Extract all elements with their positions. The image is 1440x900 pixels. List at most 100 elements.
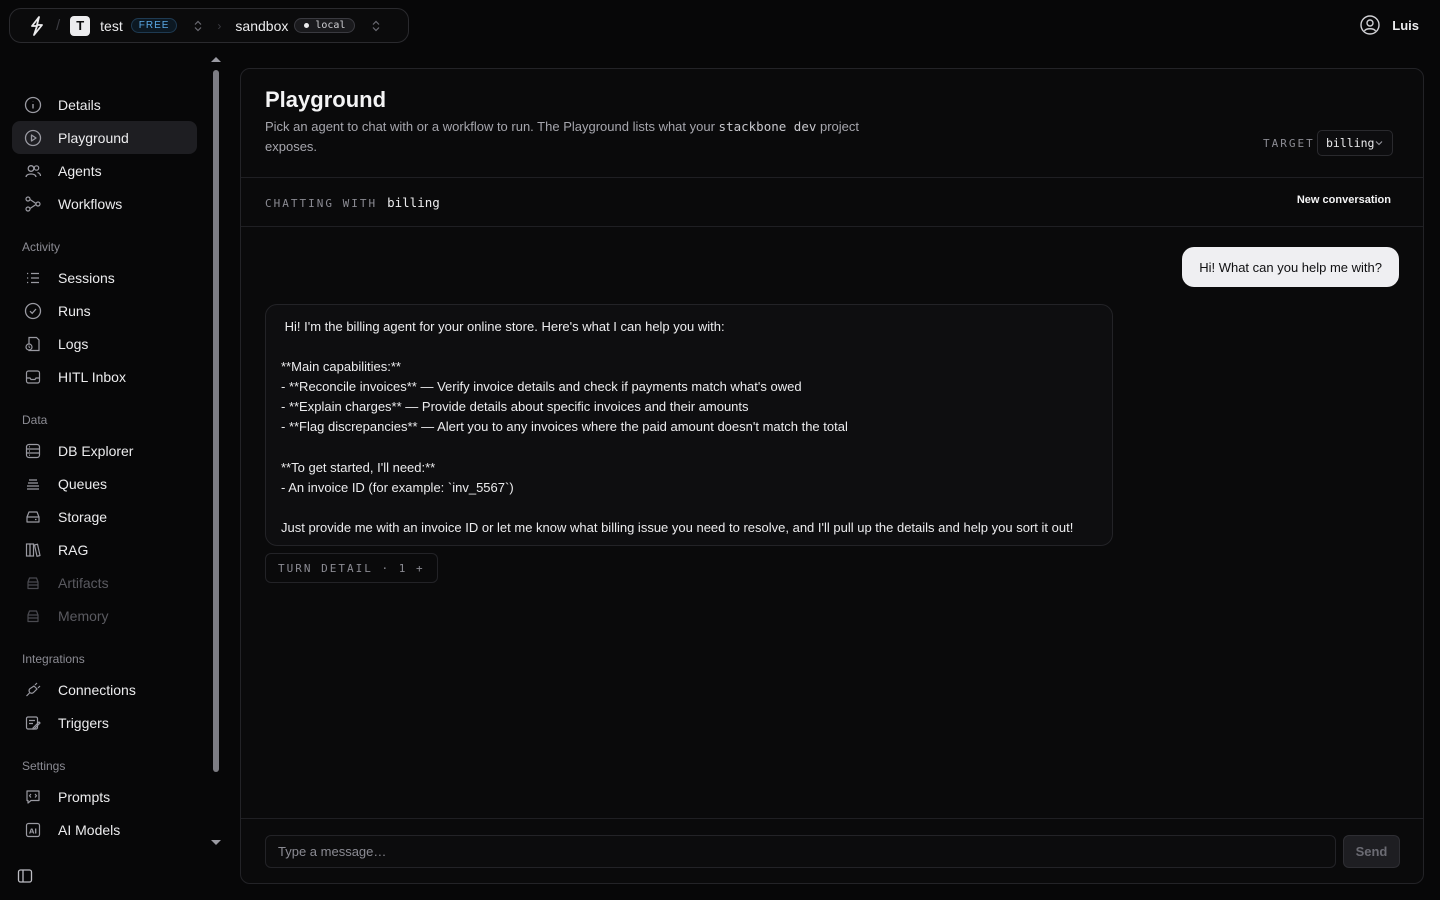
sidebar-item-label: Storage <box>58 508 108 525</box>
sidebar-item-runs[interactable]: Runs <box>12 294 197 327</box>
user-name: Luis <box>1392 17 1419 33</box>
divider <box>241 177 1423 178</box>
sidebar-item-label: DB Explorer <box>58 442 134 459</box>
list-icon <box>24 269 42 287</box>
queue-icon <box>24 475 42 493</box>
sidebar-item-label: AI Models <box>58 821 121 838</box>
database-icon <box>24 442 42 460</box>
agent-message-line: - **Reconcile invoices** — Verify invoic… <box>281 379 802 395</box>
sidebar-item-label: Playground <box>58 129 129 146</box>
sidebar-item-db-explorer[interactable]: DB Explorer <box>12 434 197 467</box>
sidebar-item-playground[interactable]: Playground <box>12 121 197 154</box>
memory-icon <box>24 607 42 625</box>
section-activity: Activity <box>22 240 61 254</box>
agent-message-line: Just provide me with an invoice ID or le… <box>281 519 1074 535</box>
users-icon <box>24 162 42 180</box>
sidebar-toggle-icon[interactable] <box>17 868 33 884</box>
sidebar-item-label: RAG <box>58 541 89 558</box>
new-conversation-button[interactable]: New conversation <box>1297 194 1391 206</box>
inbox-icon <box>24 368 42 386</box>
sidebar-item-queues[interactable]: Queues <box>12 467 197 500</box>
env-name[interactable]: sandbox <box>235 18 288 34</box>
agent-message-line: - An invoice ID (for example: `inv_5567`… <box>281 479 514 495</box>
sidebar-item-ai-models[interactable]: AI AI Models <box>12 813 197 846</box>
agent-message-line: **Main capabilities:** <box>281 359 401 375</box>
sidebar-item-label: Prompts <box>58 788 111 805</box>
sidebar-item-label: Sessions <box>58 269 115 286</box>
agent-message-line: - **Flag discrepancies** — Alert you to … <box>281 419 848 435</box>
page-subtitle: Pick an agent to chat with or a workflow… <box>265 119 860 154</box>
message-input[interactable] <box>265 835 1336 868</box>
books-icon <box>24 541 42 559</box>
sidebar-item-details[interactable]: Details <box>12 88 197 121</box>
sidebar-item-workflows[interactable]: Workflows <box>12 187 197 220</box>
agent-message: Hi! I'm the billing agent for your onlin… <box>265 304 1113 546</box>
sidebar-item-memory: Memory <box>12 599 197 632</box>
separator-chevron-icon: › <box>217 18 222 33</box>
ai-models-icon: AI <box>24 821 42 839</box>
send-button[interactable]: Send <box>1343 835 1400 868</box>
logs-icon <box>24 335 42 353</box>
separator: / <box>56 17 61 34</box>
sidebar-item-rag[interactable]: RAG <box>12 533 197 566</box>
triggers-icon <box>24 714 42 732</box>
svg-text:AI: AI <box>29 827 37 835</box>
scroll-up-arrow-icon[interactable] <box>211 57 221 62</box>
org-selector-chevron-icon[interactable] <box>193 20 203 32</box>
scroll-down-arrow-icon[interactable] <box>211 840 221 845</box>
agent-message-line <box>281 438 1097 458</box>
sidebar-item-connections[interactable]: Connections <box>12 673 197 706</box>
sidebar-item-label: Logs <box>58 335 89 352</box>
sidebar-item-label: Agents <box>58 162 102 179</box>
sidebar-item-hitl-inbox[interactable]: HITL Inbox <box>12 360 197 393</box>
sidebar-item-label: HITL Inbox <box>58 368 126 385</box>
env-badge: local <box>294 18 356 33</box>
sidebar-item-storage[interactable]: Storage <box>12 500 197 533</box>
agent-message-line: **To get started, I'll need:** <box>281 459 436 475</box>
prompts-icon <box>24 788 42 806</box>
agent-message-line: - **Explain charges** — Provide details … <box>281 399 749 415</box>
play-circle-icon <box>24 129 42 147</box>
agent-message-line <box>281 498 1097 518</box>
sidebar-item-label: Artifacts <box>58 574 109 591</box>
sidebar-item-sessions[interactable]: Sessions <box>12 261 197 294</box>
divider <box>241 226 1423 227</box>
check-circle-icon <box>24 302 42 320</box>
target-select[interactable]: billing <box>1317 130 1394 156</box>
org-name[interactable]: test <box>100 18 123 34</box>
sidebar-item-agents[interactable]: Agents <box>12 154 197 187</box>
status-dot-icon <box>304 23 310 28</box>
sidebar-item-label: Queues <box>58 475 108 492</box>
agent-message-line <box>281 337 1097 357</box>
agent-message-line: Hi! I'm the billing agent for your onlin… <box>281 319 725 334</box>
chatting-with: CHATTING WITH billing <box>265 195 440 210</box>
stackbone-logo-icon[interactable] <box>26 15 48 37</box>
sidebar-item-logs[interactable]: Logs <box>12 327 197 360</box>
user-message: Hi! What can you help me with? <box>1182 247 1399 287</box>
sidebar-scrollbar-thumb[interactable] <box>213 70 219 772</box>
storage-icon <box>24 508 42 526</box>
sidebar-item-prompts[interactable]: Prompts <box>12 780 197 813</box>
user-circle-icon <box>1360 15 1380 35</box>
user-menu[interactable]: Luis <box>1360 15 1419 35</box>
sidebar-item-label: Workflows <box>58 195 123 212</box>
sidebar-item-label: Memory <box>58 607 109 624</box>
chevron-down-icon <box>1375 139 1383 147</box>
page-title: Playground <box>265 87 387 112</box>
info-icon <box>24 96 42 114</box>
section-integrations: Integrations <box>22 652 85 666</box>
org-avatar[interactable]: T <box>70 15 91 36</box>
chatting-agent: billing <box>387 195 440 210</box>
workflow-icon <box>24 195 42 213</box>
section-data: Data <box>22 413 48 427</box>
plan-badge: FREE <box>130 18 178 33</box>
plug-icon <box>24 681 42 699</box>
turn-detail-button[interactable]: TURN DETAIL · 1 + <box>265 553 438 583</box>
target-label: TARGET <box>1263 137 1315 150</box>
sidebar-item-label: Runs <box>58 302 91 319</box>
env-selector-chevron-icon[interactable] <box>371 20 381 32</box>
playground-panel: Playground Pick an agent to chat with or… <box>240 68 1424 884</box>
sidebar-item-label: Connections <box>58 681 136 698</box>
sidebar-item-artifacts: Artifacts <box>12 566 197 599</box>
sidebar-item-triggers[interactable]: Triggers <box>12 706 197 739</box>
